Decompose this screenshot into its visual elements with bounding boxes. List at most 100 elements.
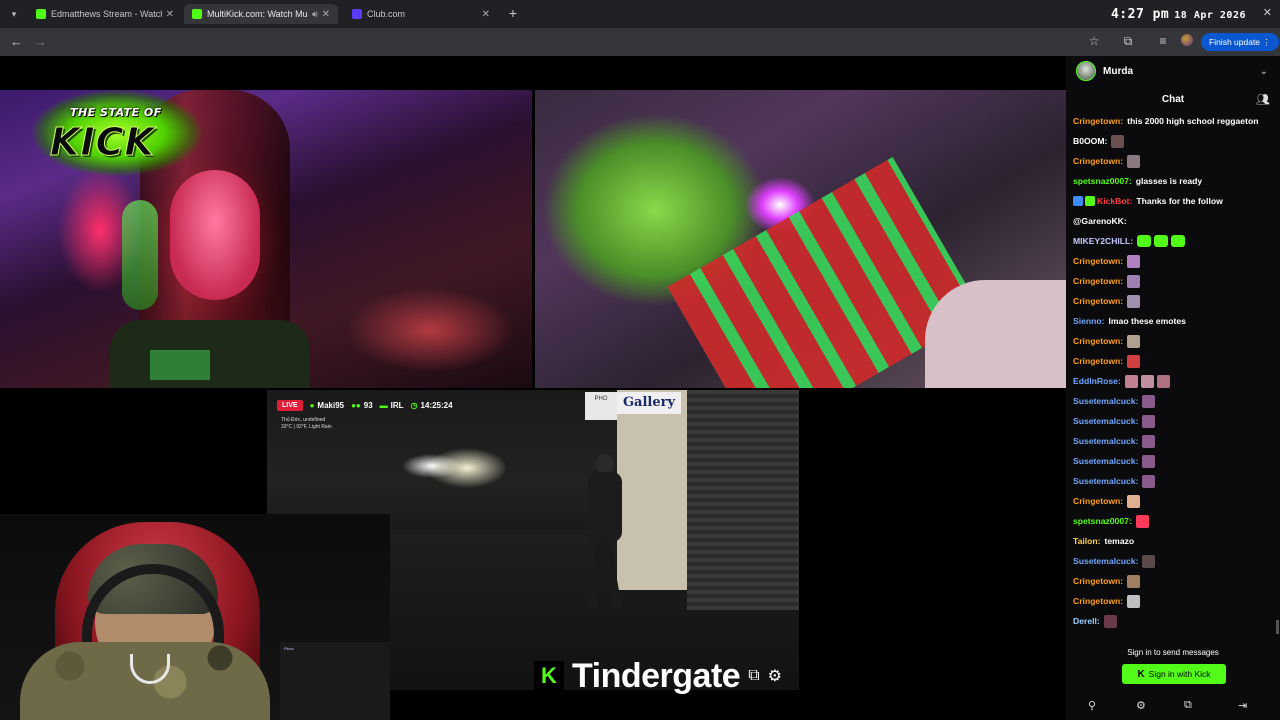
collapse-chat-icon[interactable]: ⇥ [1238, 699, 1247, 712]
close-icon[interactable]: ✕ [482, 9, 490, 20]
chat-messages[interactable]: Cringetown: this 2000 high school reggaet… [1066, 111, 1280, 631]
channel-username: Murda [1103, 65, 1133, 77]
video-scene [170, 170, 260, 300]
live-badge: LIVE [277, 400, 303, 411]
streamer-name: Maki95 [317, 401, 345, 410]
clock: 4:27 pm 18 Apr 2026 [1111, 7, 1246, 22]
forward-arrow-icon[interactable]: → [34, 34, 47, 49]
chat-username[interactable]: B0OOM: [1073, 136, 1107, 146]
chat-username[interactable]: Cringetown: [1073, 156, 1123, 166]
monitor-text: Picco [284, 646, 294, 651]
chat-username[interactable]: @GarenoKK: [1073, 216, 1127, 226]
bookmark-star-icon[interactable]: ☆ [1086, 34, 1102, 48]
chat-username[interactable]: Cringetown: [1073, 256, 1123, 266]
sign-in-with-kick-button[interactable]: K Sign in with Kick [1122, 664, 1226, 684]
kick-logo-icon: K [1137, 668, 1145, 680]
chat-text: temazo [1104, 536, 1135, 546]
chat-username[interactable]: Cringetown: [1073, 496, 1123, 506]
chat-username[interactable]: EddInRose: [1073, 376, 1121, 386]
chat-username[interactable]: Susetemalcuck: [1073, 436, 1138, 446]
chat-username[interactable]: MIKEY2CHILL: [1073, 236, 1133, 246]
chat-username[interactable]: spetsnaz0007: [1073, 176, 1132, 186]
emote-icon [1127, 274, 1141, 288]
chat-username[interactable]: Cringetown: [1073, 296, 1123, 306]
channel-brand: K Tindergate ⧉ ⚙ [534, 657, 782, 695]
chat-text: Thanks for the follow [1136, 196, 1223, 206]
channel-name: Tindergate [572, 656, 741, 695]
sign-in-note: Sign in to send messages [1127, 648, 1219, 657]
close-icon[interactable]: ✕ [322, 9, 330, 20]
chat-message: Cringetown: [1066, 491, 1280, 511]
channel-avatar [1076, 61, 1096, 81]
chat-username[interactable]: Derell: [1073, 616, 1100, 626]
chat-text: glasses is ready [1135, 176, 1203, 186]
users-icon[interactable]: 👥︎ [1256, 93, 1270, 106]
chat-message: Sienno: lmao these emotes [1066, 311, 1280, 331]
chevron-down-icon[interactable]: ⌄ [1260, 66, 1268, 77]
video-scene [925, 280, 1066, 388]
state-of-kick-logo: THE STATE OF KICK [22, 82, 212, 182]
chat-message: Cringetown: [1066, 291, 1280, 311]
add-user-icon[interactable]: ⚲ [1088, 699, 1096, 712]
settings-gear-icon[interactable]: ⚙ [768, 666, 782, 686]
chat-message: Cringetown: [1066, 571, 1280, 591]
chat-username[interactable]: Cringetown: [1073, 596, 1123, 606]
emote-icon [1127, 334, 1141, 348]
chat-username[interactable]: Susetemalcuck: [1073, 456, 1138, 466]
video-scene [687, 390, 799, 610]
settings-gear-icon[interactable]: ⚙ [1136, 699, 1146, 712]
kick-emote-icon [1171, 235, 1186, 247]
uptime-stat: ◷ 14:25:24 [411, 401, 453, 410]
media-controls-icon[interactable]: ≡ [1155, 34, 1171, 48]
video-scene [122, 200, 158, 310]
new-tab-button[interactable]: + [505, 5, 521, 21]
chat-username[interactable]: Tailon: [1073, 536, 1101, 546]
clock-time: 4:27 pm [1110, 7, 1170, 22]
chat-badge-icon [1073, 196, 1083, 206]
chat-username[interactable]: KickBot: [1097, 196, 1132, 206]
speaker-icon[interactable]: 🔊︎ [312, 9, 318, 20]
tab-edmatthews[interactable]: Edmatthews Stream - Watch Li ✕ [28, 4, 182, 24]
popout-icon[interactable]: ⧉ [1184, 699, 1192, 712]
profile-avatar[interactable] [1181, 34, 1193, 46]
chat-username[interactable]: Cringetown: [1073, 336, 1123, 346]
channel-selector[interactable]: Murda ⌄ [1066, 56, 1280, 86]
chat-username[interactable]: Susetemalcuck: [1073, 396, 1138, 406]
finish-update-button[interactable]: Finish update ⋮ [1201, 33, 1279, 51]
chat-username[interactable]: spetsnaz0007: [1073, 516, 1132, 526]
chat-username[interactable]: Cringetown: [1073, 356, 1123, 366]
close-icon[interactable]: ✕ [166, 9, 174, 20]
chat-username[interactable]: Susetemalcuck: [1073, 416, 1138, 426]
chat-sidebar: Murda ⌄ Chat 👥︎ Cringetown: this 2000 hig… [1066, 56, 1280, 720]
chat-username[interactable]: Cringetown: [1073, 276, 1123, 286]
chat-text: this 2000 high school reggaeton [1127, 116, 1259, 126]
chat-message: Cringetown: [1066, 151, 1280, 171]
chat-message: Susetemalcuck: [1066, 391, 1280, 411]
chat-scrollbar[interactable] [1276, 620, 1279, 634]
chat-message: Cringetown: [1066, 271, 1280, 291]
emote-icon [1127, 294, 1141, 308]
chat-username[interactable]: Susetemalcuck: [1073, 476, 1138, 486]
chat-message: @GarenoKK: [1066, 211, 1280, 231]
emote-icon [1111, 134, 1125, 148]
tab-multikick[interactable]: MultiKick.com: Watch Multi 🔊︎ ✕ [184, 4, 338, 24]
chat-username[interactable]: Cringetown: [1073, 116, 1123, 126]
external-link-icon[interactable]: ⧉ [748, 667, 759, 685]
chat-message: Cringetown: [1066, 591, 1280, 611]
tab-search-icon[interactable]: ▾ [6, 6, 22, 22]
chat-username[interactable]: Sienno: [1073, 316, 1105, 326]
kick-emote-icon [1137, 235, 1152, 247]
logo-tagline: THE STATE OF [70, 106, 162, 119]
chat-message: Cringetown: [1066, 351, 1280, 371]
extensions-icon[interactable]: ⧉ [1120, 34, 1136, 49]
chat-username[interactable]: Cringetown: [1073, 576, 1123, 586]
tab-title: MultiKick.com: Watch Multi [207, 9, 308, 19]
tab-club[interactable]: Club.com ✕ [344, 4, 498, 24]
back-arrow-icon[interactable]: ← [10, 34, 23, 49]
category-icon: ▬ [379, 401, 388, 410]
chat-username[interactable]: Susetemalcuck: [1073, 556, 1138, 566]
stream-video-top-right[interactable] [535, 90, 1066, 388]
viewers-icon: ●● [351, 401, 361, 410]
close-window-icon[interactable]: ✕ [1263, 6, 1272, 19]
logo-wordmark: KICK [50, 120, 155, 165]
